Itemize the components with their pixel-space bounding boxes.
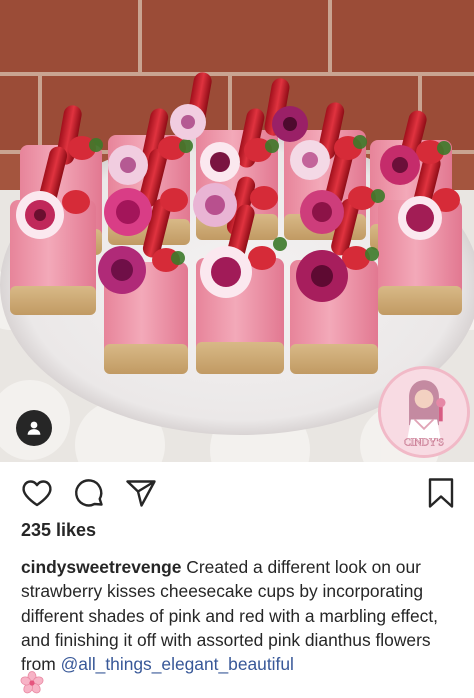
comment-icon bbox=[75, 479, 103, 507]
save-button[interactable] bbox=[424, 476, 458, 510]
comment-button[interactable] bbox=[72, 476, 106, 510]
post-caption: cindysweetrevenge Created a different lo… bbox=[21, 555, 461, 676]
heart-icon bbox=[22, 480, 52, 507]
bookmark-icon bbox=[428, 478, 454, 508]
likes-count[interactable]: 235 likes bbox=[21, 520, 96, 541]
caption-username[interactable]: cindysweetrevenge bbox=[21, 557, 181, 577]
caption-mention-link[interactable]: @all_things_elegant_beautiful bbox=[61, 654, 294, 674]
watermark-text: CINDY'S bbox=[404, 438, 444, 449]
person-icon bbox=[27, 421, 41, 435]
tagged-user-button[interactable] bbox=[16, 410, 52, 446]
like-button[interactable] bbox=[20, 476, 54, 510]
baker-logo-illustration: CINDY'S bbox=[381, 369, 467, 455]
share-button[interactable] bbox=[124, 476, 158, 510]
watermark-logo: CINDY'S bbox=[378, 366, 470, 458]
post-action-bar bbox=[0, 476, 474, 510]
cherry-blossom-icon bbox=[20, 671, 44, 694]
post-photo[interactable]: CINDY'S bbox=[0, 0, 474, 462]
paper-plane-icon bbox=[126, 480, 156, 507]
